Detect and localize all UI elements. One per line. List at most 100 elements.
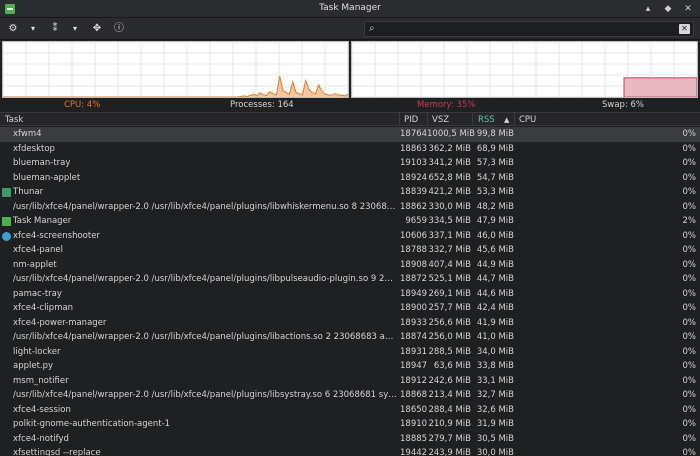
dropdown-arrow-icon: ▾ bbox=[72, 24, 77, 33]
table-row[interactable]: /usr/lib/xfce4/panel/wrapper-2.0 /usr/li… bbox=[0, 388, 700, 403]
cell-vsz: 288,4 MiB bbox=[428, 404, 471, 415]
settings-menu-button[interactable]: ▾ bbox=[28, 21, 38, 37]
cell-task: /usr/lib/xfce4/panel/wrapper-2.0 /usr/li… bbox=[13, 332, 398, 342]
table-row[interactable]: xfsettingsd --replace 19442 243,9 MiB 30,0 … bbox=[0, 446, 700, 456]
cell-cpu: 0% bbox=[682, 158, 697, 168]
cell-cpu: 0% bbox=[682, 143, 697, 154]
cell-rss: 68,9 MiB bbox=[476, 143, 514, 154]
cell-rss: 46,0 MiB bbox=[476, 230, 514, 241]
cell-task: polkit-gnome-authentication-agent-1 bbox=[13, 419, 171, 429]
cell-vsz: 269,1 MiB bbox=[428, 288, 471, 299]
column-rss[interactable]: RSS bbox=[478, 115, 495, 125]
table-row[interactable]: /usr/lib/xfce4/panel/wrapper-2.0 /usr/li… bbox=[0, 330, 700, 345]
close-icon[interactable]: ✕ bbox=[682, 3, 694, 15]
cell-cpu: 0% bbox=[682, 274, 697, 284]
table-row[interactable]: xfce4-clipman 18900 257,7 MiB 42,4 MiB 0% bbox=[0, 301, 700, 316]
sort-ascending-icon[interactable]: ▲ bbox=[504, 116, 509, 124]
maximize-icon[interactable]: ◆ bbox=[662, 3, 674, 15]
table-row[interactable]: xfce4-session 18650 288,4 MiB 32,6 MiB 0% bbox=[0, 403, 700, 418]
search-input[interactable] bbox=[381, 23, 671, 35]
clear-search-icon[interactable]: ✕ bbox=[679, 24, 690, 34]
column-pid[interactable]: PID bbox=[404, 115, 418, 125]
cell-cpu: 0% bbox=[682, 375, 697, 386]
cell-task: applet.py bbox=[13, 361, 54, 371]
table-row[interactable]: xfce4-panel 18788 332,7 MiB 45,6 MiB 0% bbox=[0, 243, 700, 258]
cell-rss: 54,7 MiB bbox=[476, 172, 514, 183]
minimize-icon[interactable]: ▴ bbox=[642, 3, 654, 15]
cell-rss: 42,4 MiB bbox=[476, 303, 514, 313]
table-row[interactable]: xfce4-screenshooter 10606 337,1 MiB 46,0 Mi… bbox=[0, 229, 700, 244]
cell-cpu: 0% bbox=[682, 361, 697, 371]
cell-pid: 18947 bbox=[400, 361, 428, 371]
table-row[interactable]: xfce4-power-manager 18933 256,6 MiB 41,9 Mi… bbox=[0, 316, 700, 331]
cell-rss: 33,8 MiB bbox=[476, 361, 514, 371]
cell-pid: 18949 bbox=[400, 288, 428, 299]
table-row[interactable]: xfwm4 18764 1000,5 MiB 99,8 MiB 0% bbox=[0, 127, 700, 142]
about-button[interactable]: ⓘ bbox=[112, 21, 126, 37]
cell-rss: 44,7 MiB bbox=[476, 274, 514, 284]
table-row[interactable]: msm_notifier 18912 242,6 MiB 33,1 MiB 0% bbox=[0, 374, 700, 389]
process-tree-icon: ⁑ bbox=[52, 23, 58, 34]
processes-menu-button[interactable]: ▾ bbox=[70, 21, 80, 37]
cell-pid: 18650 bbox=[400, 404, 428, 415]
status-bar: CPU: 4% Processes: 164 Memory: 35% Swap:… bbox=[0, 99, 700, 111]
cpu-history-chart bbox=[3, 42, 348, 97]
cell-cpu: 0% bbox=[682, 346, 697, 357]
cell-task: xfce4-power-manager bbox=[13, 317, 107, 328]
table-row[interactable]: blueman-applet 18924 652,8 MiB 54,7 MiB 0% bbox=[0, 171, 700, 186]
cell-vsz: 279,7 MiB bbox=[428, 433, 471, 444]
cell-cpu: 0% bbox=[682, 201, 697, 212]
table-row[interactable]: xfce4-notifyd 18885 279,7 MiB 30,5 MiB 0% bbox=[0, 432, 700, 447]
search-box: ⌕ ✕ bbox=[364, 21, 694, 37]
memory-status: Memory: 35% bbox=[417, 100, 476, 110]
cell-vsz: 256,6 MiB bbox=[428, 317, 471, 328]
table-row[interactable]: blueman-tray 19103 341,2 MiB 57,3 MiB 0% bbox=[0, 156, 700, 171]
cell-pid: 18924 bbox=[400, 172, 428, 183]
cell-pid: 18872 bbox=[400, 274, 428, 284]
cell-rss: 32,6 MiB bbox=[476, 404, 514, 415]
table-row[interactable]: /usr/lib/xfce4/panel/wrapper-2.0 /usr/li… bbox=[0, 200, 700, 215]
cell-rss: 30,0 MiB bbox=[476, 448, 514, 456]
cell-pid: 18839 bbox=[400, 187, 428, 197]
cell-pid: 19442 bbox=[400, 448, 428, 456]
column-vsz[interactable]: VSZ bbox=[432, 115, 449, 125]
column-task[interactable]: Task bbox=[5, 115, 23, 125]
table-row[interactable]: Task Manager 9659 334,5 MiB 47,9 MiB 2% bbox=[0, 214, 700, 229]
cell-vsz: 407,4 MiB bbox=[428, 259, 471, 270]
table-row[interactable]: applet.py 18947 63,6 MiB 33,8 MiB 0% bbox=[0, 359, 700, 374]
cell-rss: 32,7 MiB bbox=[476, 390, 514, 400]
column-cpu[interactable]: CPU bbox=[519, 115, 536, 125]
settings-button[interactable]: ⚙ bbox=[6, 21, 20, 37]
processes-button[interactable]: ⁑ bbox=[48, 21, 62, 37]
table-row[interactable]: xfdesktop 18863 362,2 MiB 68,9 MiB 0% bbox=[0, 142, 700, 157]
table-row[interactable]: /usr/lib/xfce4/panel/wrapper-2.0 /usr/li… bbox=[0, 272, 700, 287]
cell-task: /usr/lib/xfce4/panel/wrapper-2.0 /usr/li… bbox=[13, 390, 398, 400]
cell-cpu: 0% bbox=[682, 448, 697, 456]
cell-vsz: 1000,5 MiB bbox=[427, 129, 475, 139]
cell-vsz: 330,0 MiB bbox=[428, 201, 471, 212]
cell-vsz: 256,0 MiB bbox=[428, 332, 471, 342]
table-row[interactable]: pamac-tray 18949 269,1 MiB 44,6 MiB 0% bbox=[0, 287, 700, 302]
cell-task: xfwm4 bbox=[13, 129, 42, 139]
cell-cpu: 0% bbox=[682, 404, 697, 415]
cell-task: msm_notifier bbox=[13, 375, 69, 386]
table-row[interactable]: polkit-gnome-authentication-agent-1 18910… bbox=[0, 417, 700, 432]
cell-vsz: 242,6 MiB bbox=[428, 375, 471, 386]
cell-vsz: 243,9 MiB bbox=[428, 448, 471, 456]
cell-cpu: 0% bbox=[682, 332, 697, 342]
cell-task: /usr/lib/xfce4/panel/wrapper-2.0 /usr/li… bbox=[13, 274, 398, 284]
cell-pid: 10606 bbox=[400, 230, 428, 241]
task-manager-icon bbox=[2, 217, 11, 226]
cell-rss: 45,6 MiB bbox=[476, 245, 514, 255]
cell-cpu: 0% bbox=[682, 317, 697, 328]
table-row[interactable]: Thunar 18839 421,2 MiB 53,3 MiB 0% bbox=[0, 185, 700, 200]
table-row[interactable]: light-locker 18931 288,5 MiB 34,0 MiB 0% bbox=[0, 345, 700, 360]
cell-vsz: 332,7 MiB bbox=[428, 245, 471, 255]
table-header: Task PID VSZ RSS ▲ CPU bbox=[0, 112, 700, 126]
cell-pid: 18788 bbox=[400, 245, 428, 255]
table-row[interactable]: nm-applet 18908 407,4 MiB 44,9 MiB 0% bbox=[0, 258, 700, 273]
cell-rss: 53,3 MiB bbox=[476, 187, 514, 197]
cell-cpu: 0% bbox=[682, 419, 697, 429]
select-window-button[interactable]: ✥ bbox=[90, 21, 104, 37]
window-controls: ▴ ◆ ✕ bbox=[642, 3, 694, 15]
